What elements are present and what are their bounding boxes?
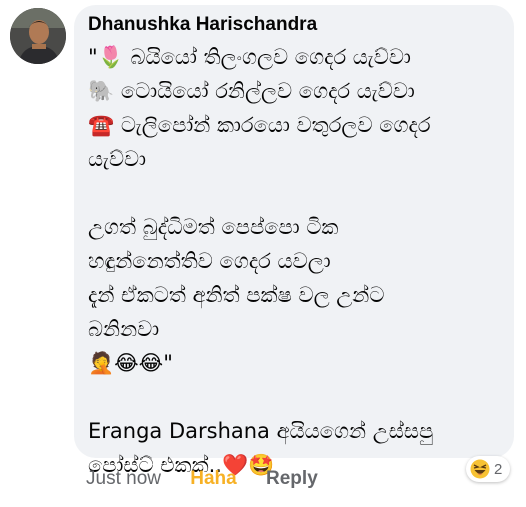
comment-actions: Just now Haha Reply (86, 468, 342, 490)
profile-photo-icon (10, 8, 66, 64)
reaction-count: 2 (494, 460, 503, 478)
comment-blank-line (88, 176, 508, 210)
comment-line: යැව්වා (88, 147, 147, 171)
comment-timestamp[interactable]: Just now (86, 468, 161, 490)
comment-line: දැන් ඒකටත් අනිත් පක්ෂ වල උන්ට (88, 283, 385, 307)
comment-body: "🌷 බයියෝ තිලංගලව ගෙදර යැව්වා 🐘 ටොයියෝ රන… (88, 40, 508, 482)
author-avatar[interactable] (10, 8, 66, 64)
comment-line: "🌷 බයියෝ තිලංගලව ගෙදර යැව්වා (88, 45, 411, 69)
comment-line: 🤦😂😂" (88, 351, 173, 375)
haha-reaction-button[interactable]: Haha (190, 468, 236, 490)
comment-blank-line (88, 380, 508, 414)
comment-line: 🐘 ටොයියෝ රනිල්ලව ගෙදර යැව්වා (88, 79, 415, 103)
comment-line: ☎️ ටැලිපෝන් කාරයො වතුරලව ගෙදර (88, 113, 431, 137)
comment-line: උගත් බුද්ධිමත් පෙප්පො ටික (88, 215, 339, 239)
reaction-summary[interactable]: 2 (466, 456, 511, 482)
comment-line: බනිනවා (88, 317, 160, 341)
comment-line: Eranga Darshana අයියගෙන් උස්සපු (88, 419, 434, 443)
comment-author[interactable]: Dhanushka Harischandra (88, 14, 317, 36)
comment-line: හඳුන්නෙත්තිව ගෙදර යවලා (88, 249, 331, 273)
reply-button[interactable]: Reply (266, 468, 318, 490)
haha-emoji-icon (470, 459, 490, 479)
